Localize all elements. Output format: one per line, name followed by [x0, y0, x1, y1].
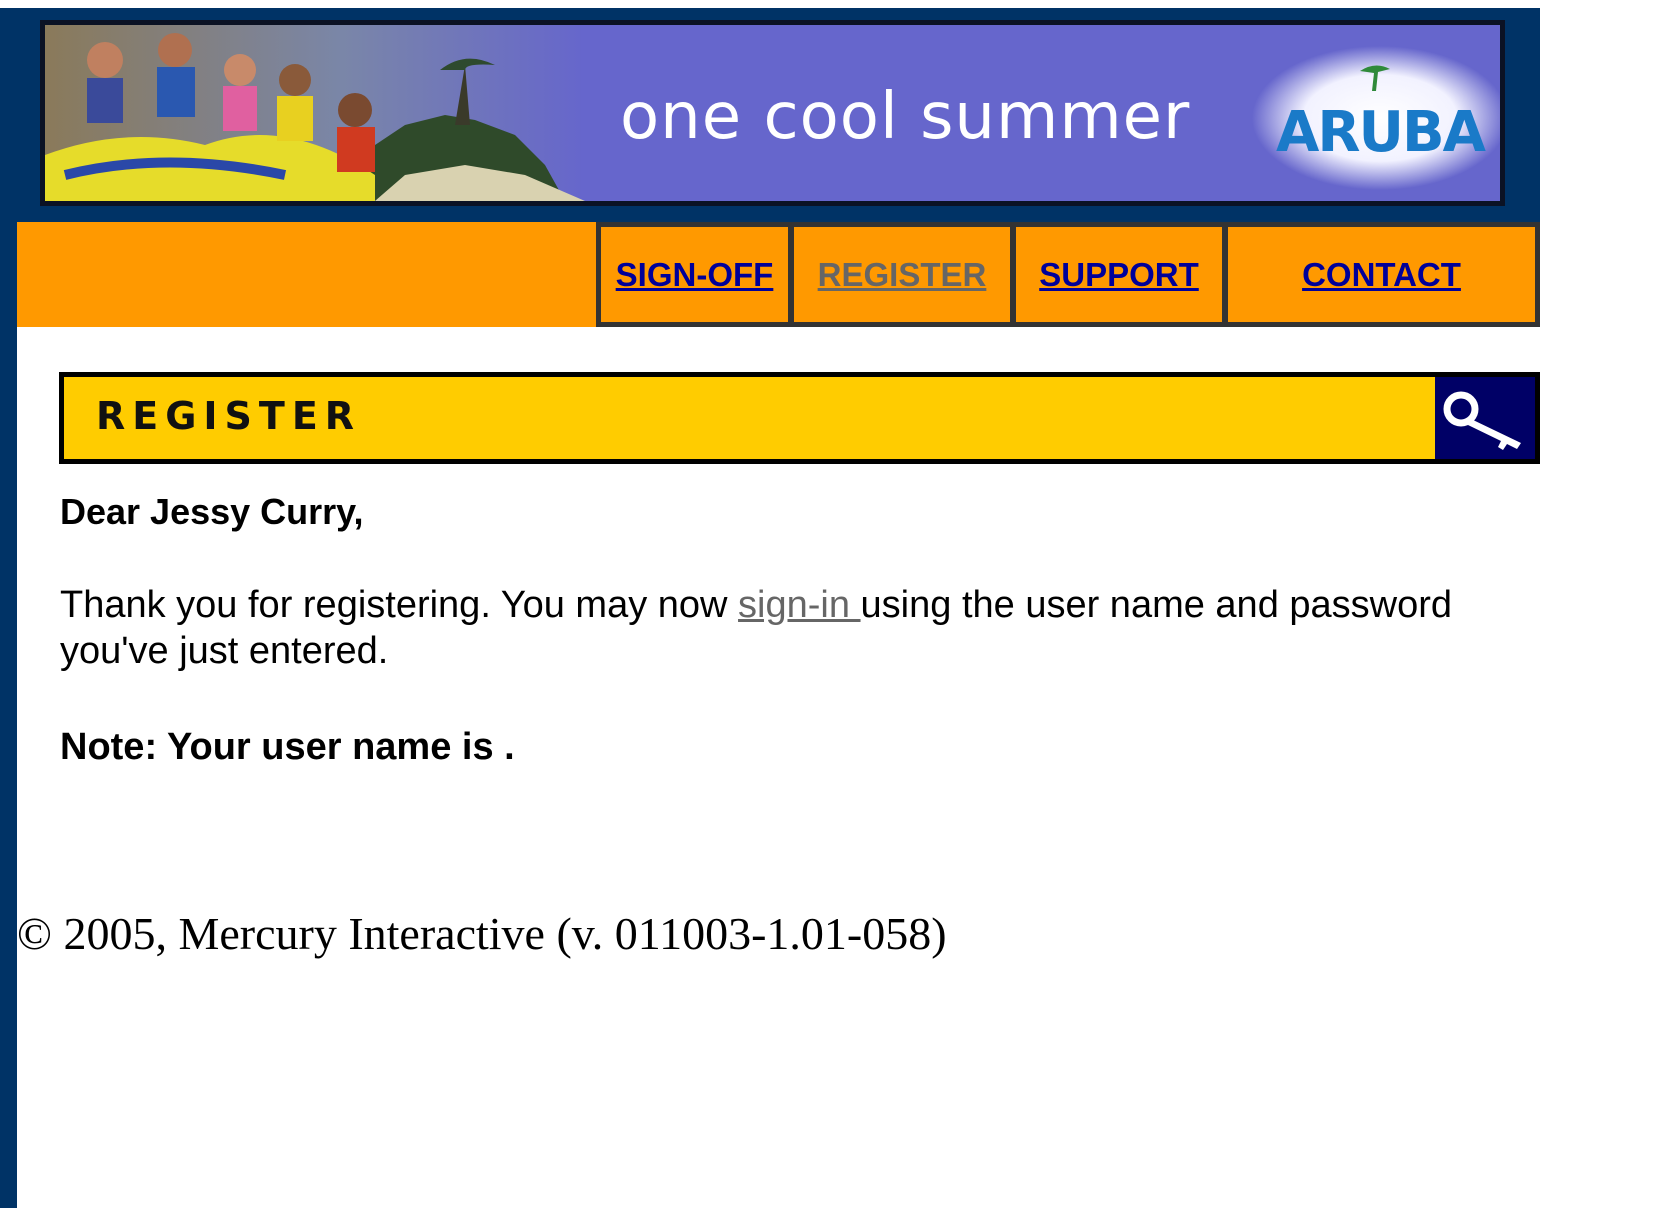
header-banner: one cool summer ARUBA	[40, 20, 1505, 206]
banner-title: one cool summer	[620, 80, 1191, 154]
sign-in-link[interactable]: sign-in	[738, 584, 861, 626]
support-link[interactable]: SUPPORT	[1039, 256, 1199, 294]
contact-link[interactable]: CONTACT	[1302, 256, 1461, 294]
confirmation-message: Thank you for registering. You may now s…	[60, 582, 1550, 674]
nav-item-register[interactable]: REGISTER	[789, 222, 1015, 327]
sign-off-link[interactable]: SIGN-OFF	[616, 256, 774, 294]
svg-text:ARUBA: ARUBA	[1276, 100, 1487, 165]
banner-photo	[45, 25, 585, 201]
key-icon	[1443, 391, 1521, 450]
register-link[interactable]: REGISTER	[818, 256, 987, 294]
aruba-logo: ARUBA	[1252, 46, 1500, 190]
page-title-bar: REGISTER	[59, 372, 1540, 464]
top-border	[0, 0, 1540, 8]
message-part-1: Thank you for registering. You may now	[60, 584, 739, 626]
nav-item-sign-off[interactable]: SIGN-OFF	[596, 222, 793, 327]
nav-item-contact[interactable]: CONTACT	[1223, 222, 1540, 327]
username-note: Note: Your user name is .	[60, 726, 515, 768]
key-icon-box	[1435, 377, 1535, 459]
main-content: Dear Jessy Curry, Thank you for register…	[60, 490, 1550, 770]
nav-item-support[interactable]: SUPPORT	[1011, 222, 1227, 327]
copyright-footer: © 2005, Mercury Interactive (v. 011003-1…	[17, 908, 947, 959]
greeting: Dear Jessy Curry,	[60, 491, 364, 532]
page-title: REGISTER	[96, 394, 362, 438]
